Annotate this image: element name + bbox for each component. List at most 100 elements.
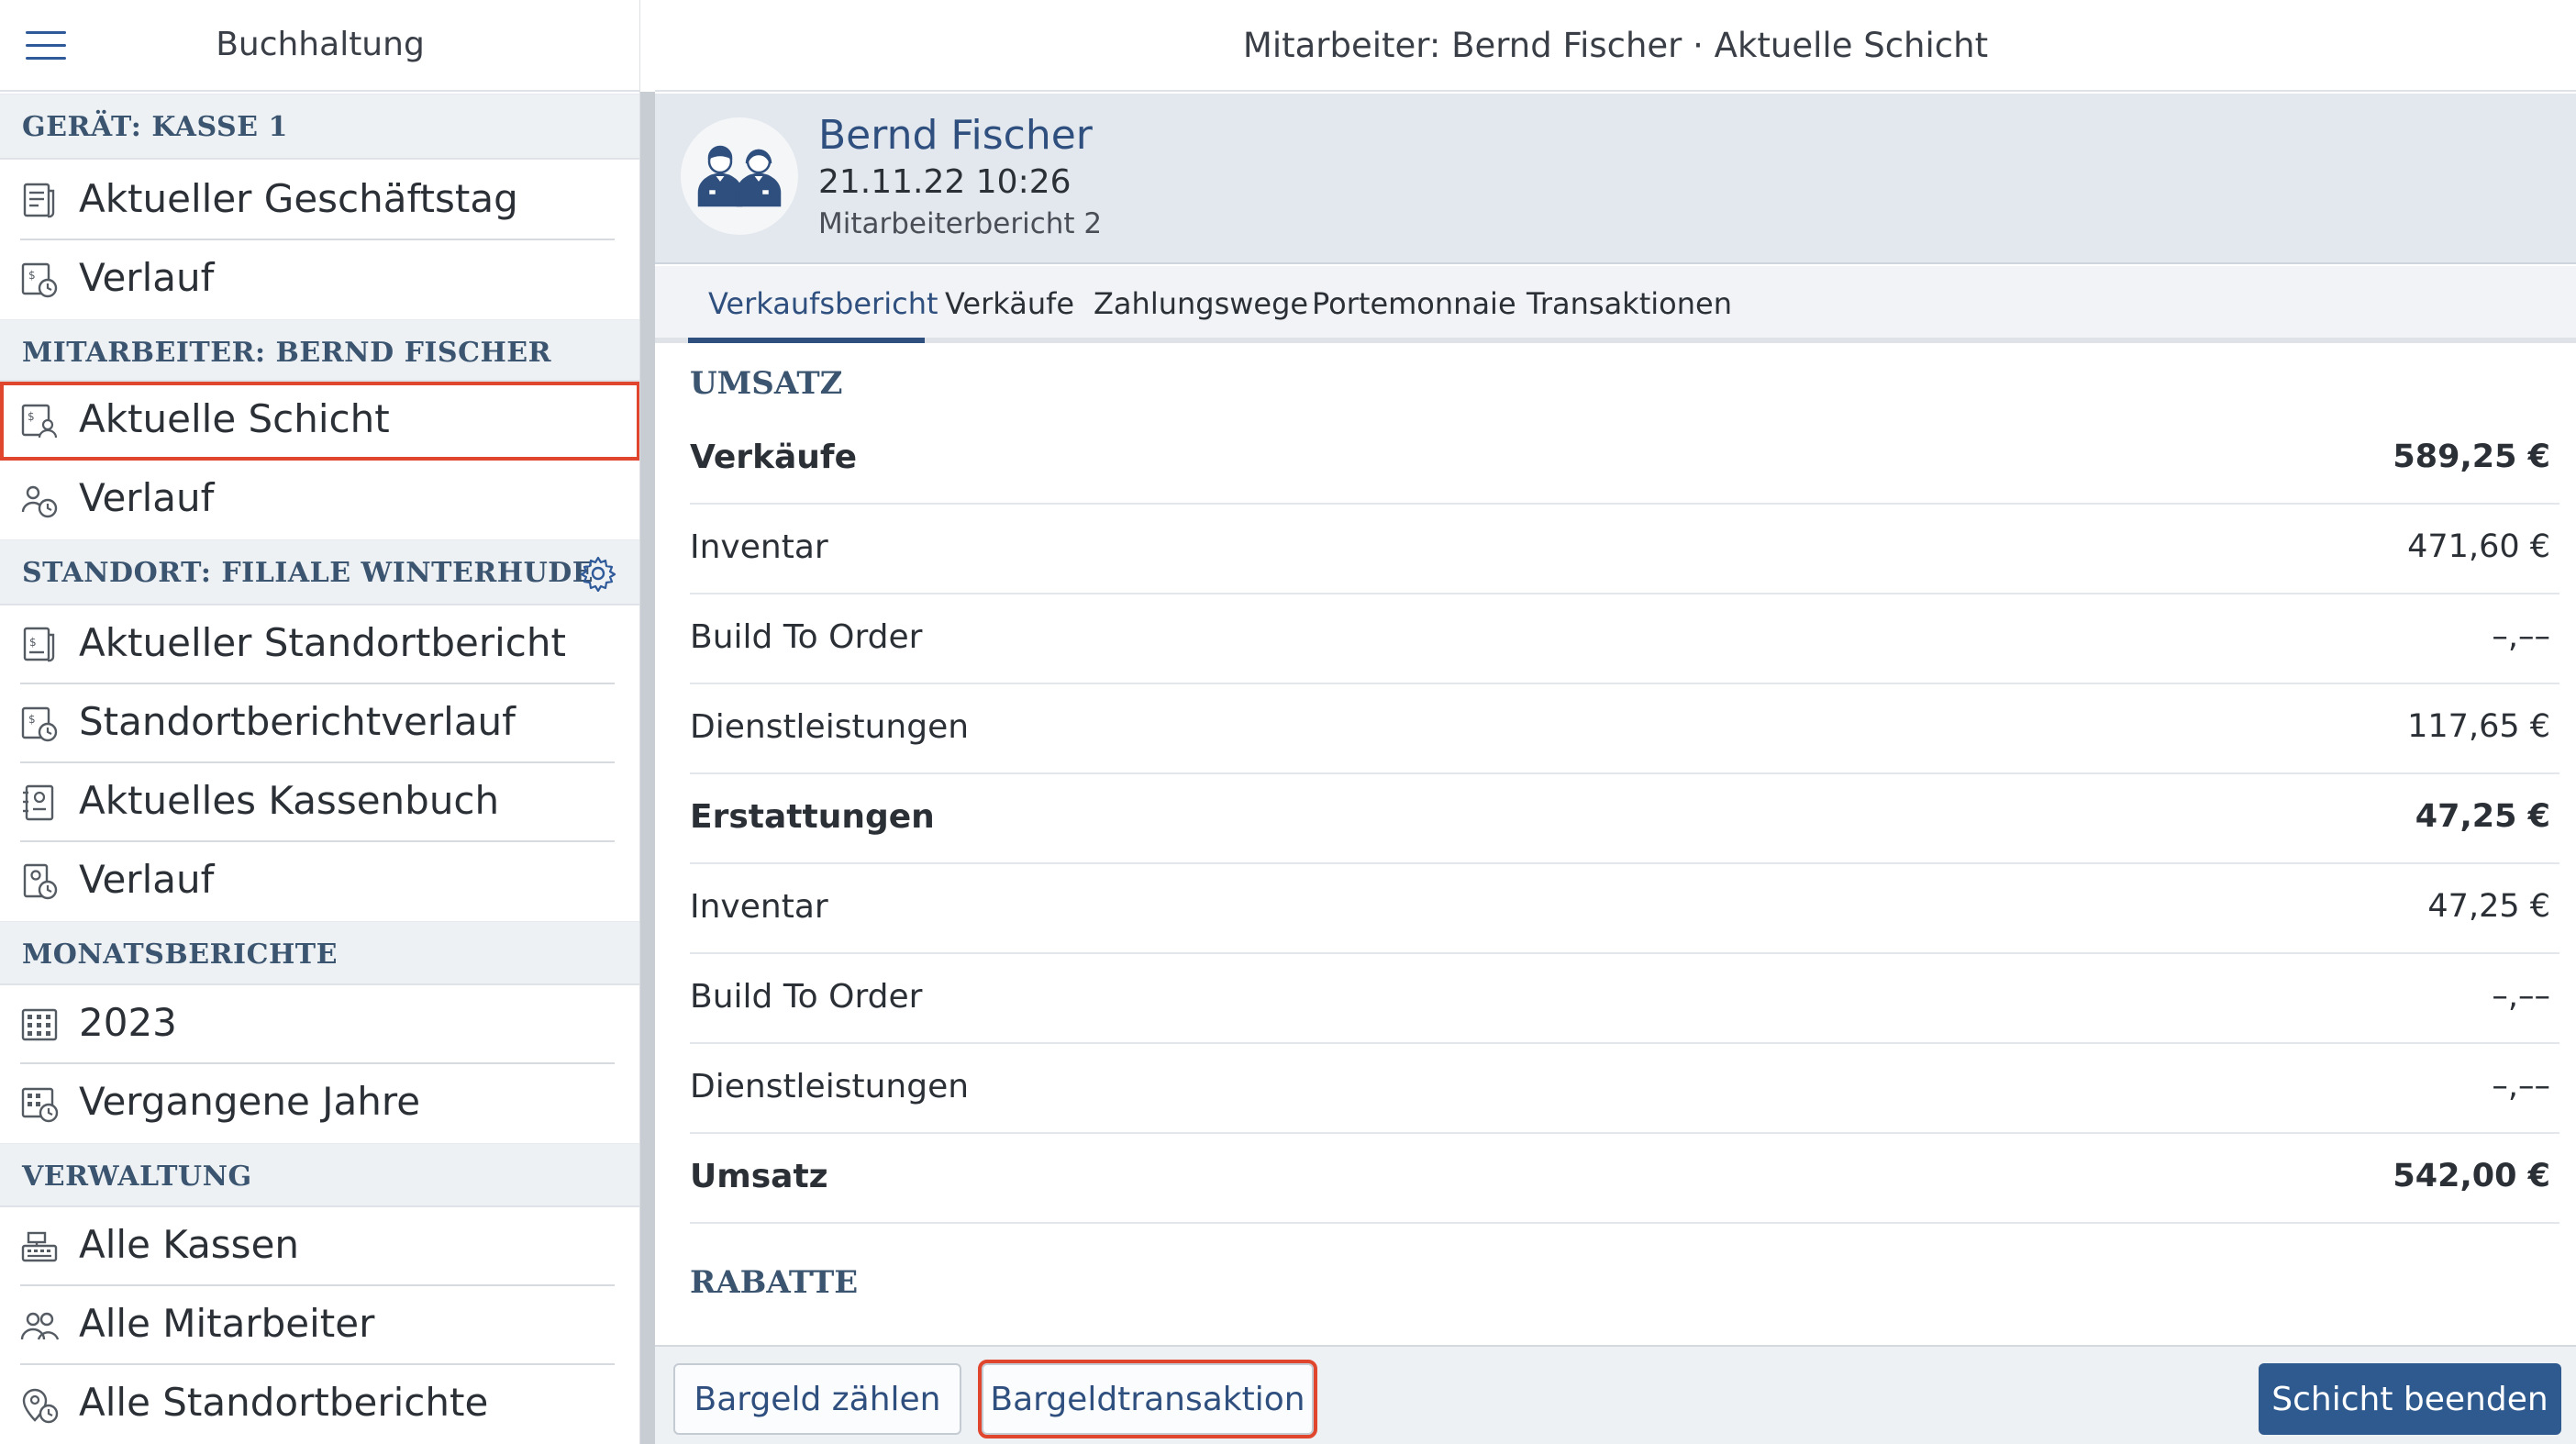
sidebar-item-employee-history[interactable]: Verlauf <box>0 461 639 539</box>
history-icon <box>23 863 58 900</box>
sidebar-item-label: Alle Kassen <box>79 1222 300 1267</box>
sidebar-item-all-location-reports[interactable]: Alle Standortberichte <box>0 1365 639 1444</box>
section-header-device: GERÄT: KASSE 1 <box>0 94 639 160</box>
app-title: Buchhaltung <box>216 26 425 63</box>
report-row-label: Dienstleistungen <box>690 1068 970 1105</box>
section-label: MONATSBERICHTE <box>22 939 338 971</box>
history-icon: $ <box>21 262 58 298</box>
report-row-value: 542,00 € <box>2393 1158 2550 1194</box>
report-row-value: 589,25 € <box>2393 439 2550 475</box>
main-panel: Mitarbeiter: Bernd Fischer · Aktuelle Sc… <box>655 0 2576 1444</box>
tab-sales-report[interactable]: Verkaufsbericht <box>708 286 938 321</box>
report-row-value: 117,65 € <box>2407 708 2550 745</box>
tab-sales[interactable]: Verkäufe <box>945 286 1074 321</box>
sidebar-item-location-report-history[interactable]: $ Standortberichtverlauf <box>0 684 639 763</box>
report-row: Umsatz 542,00 € <box>690 1134 2559 1224</box>
report-row: Erstattungen 47,25 € <box>690 774 2559 864</box>
sidebar-item-label: Aktuelles Kassenbuch <box>79 778 500 823</box>
sidebar-item-current-cashbook[interactable]: Aktuelles Kassenbuch <box>0 763 639 842</box>
report-row-value: 47,25 € <box>2427 888 2550 925</box>
cash-register-icon <box>21 1231 58 1262</box>
sidebar-item-cashbook-history[interactable]: Verlauf <box>0 842 639 921</box>
report-row-label: Umsatz <box>690 1158 828 1195</box>
sidebar-item-device-history[interactable]: $ Verlauf <box>0 240 639 319</box>
employee-profile-header: Bernd Fischer 21.11.22 10:26 Mitarbeiter… <box>655 94 2576 264</box>
section-label: STANDORT: FILIALE WINTERHUDE <box>22 557 594 589</box>
sidebar-item-all-registers[interactable]: Alle Kassen <box>0 1207 639 1286</box>
tab-transactions[interactable]: Transaktionen <box>1527 286 1732 321</box>
section-label: MITARBEITER: BERND FISCHER <box>22 337 552 369</box>
active-tab-indicator <box>688 338 925 343</box>
sidebar-item-year-2023[interactable]: 2023 <box>0 985 639 1064</box>
sidebar-item-label: Alle Mitarbeiter <box>79 1301 375 1346</box>
sidebar-scrollbar[interactable] <box>640 92 655 1444</box>
sidebar-item-label: Aktuelle Schicht <box>79 396 390 441</box>
report-row-label: Verkäufe <box>690 439 858 476</box>
sidebar-item-label: Verlauf <box>79 475 215 520</box>
sales-report-content[interactable]: UMSATZ Verkäufe 589,25 € Inventar 471,60 € B… <box>655 349 2576 1345</box>
tab-payment-methods[interactable]: Zahlungswege <box>1094 286 1308 321</box>
report-row: Dienstleistungen 117,65 € <box>690 684 2559 774</box>
sidebar: Buchhaltung GERÄT: KASSE 1 Aktueller Ges… <box>0 0 640 1444</box>
receipt-icon <box>23 183 55 218</box>
gear-icon[interactable] <box>580 555 616 592</box>
receipt-icon: $ <box>23 627 55 662</box>
svg-text:$: $ <box>28 713 36 726</box>
report-row-value: 47,25 € <box>2415 798 2550 835</box>
report-row-label: Build To Order <box>690 618 923 656</box>
tab-wallet[interactable]: Portemonnaie <box>1312 286 1516 321</box>
sidebar-item-current-shift[interactable]: $ Aktuelle Schicht <box>0 382 639 461</box>
section-label: GERÄT: KASSE 1 <box>22 111 288 143</box>
location-report-icon <box>22 1388 59 1424</box>
cash-transaction-button[interactable]: Bargeldtransaktion <box>978 1360 1317 1438</box>
report-row-value: –,–– <box>2492 618 2550 655</box>
sidebar-item-all-employees[interactable]: Alle Mitarbeiter <box>0 1286 639 1365</box>
shift-datetime: 21.11.22 10:26 <box>818 163 1071 201</box>
sidebar-item-label: Aktueller Standortbericht <box>79 620 566 665</box>
sidebar-item-current-location-report[interactable]: $ Aktueller Standortbericht <box>0 605 639 684</box>
svg-text:$: $ <box>29 636 37 649</box>
main-app-bar: Mitarbeiter: Bernd Fischer · Aktuelle Sc… <box>655 0 2576 92</box>
calendar-history-icon <box>21 1087 59 1123</box>
report-row-label: Build To Order <box>690 978 923 1016</box>
report-row: Dienstleistungen –,–– <box>690 1044 2559 1134</box>
report-row-label: Inventar <box>690 528 828 566</box>
sidebar-item-label: Verlauf <box>79 857 215 902</box>
report-number: Mitarbeiterbericht 2 <box>818 207 1103 240</box>
svg-text:$: $ <box>28 269 36 282</box>
page-title: Mitarbeiter: Bernd Fischer · Aktuelle Sc… <box>1242 26 1989 65</box>
report-row: Verkäufe 589,25 € <box>690 415 2559 505</box>
report-row: Inventar 47,25 € <box>690 864 2559 954</box>
sidebar-item-label: Vergangene Jahre <box>79 1079 421 1124</box>
section-header-employee: MITARBEITER: BERND FISCHER <box>0 319 639 382</box>
report-row-label: Erstattungen <box>690 798 935 836</box>
report-row-label: Dienstleistungen <box>690 708 970 746</box>
employee-name: Bernd Fischer <box>818 112 1093 159</box>
report-row-value: 471,60 € <box>2407 528 2550 565</box>
shift-report-icon: $ <box>21 404 58 439</box>
sidebar-item-label: Alle Standortberichte <box>79 1380 489 1425</box>
section-header-location: STANDORT: FILIALE WINTERHUDE <box>0 539 639 605</box>
section-label: VERWALTUNG <box>22 1161 252 1193</box>
section-header-administration: VERWALTUNG <box>0 1143 639 1207</box>
sidebar-item-past-years[interactable]: Vergangene Jahre <box>0 1064 639 1143</box>
calendar-icon <box>21 1008 58 1041</box>
action-bar: Bargeld zählen Bargeldtransaktion Schich… <box>655 1345 2576 1444</box>
sidebar-item-label: Standortberichtverlauf <box>79 699 516 744</box>
sidebar-item-label: Verlauf <box>79 255 215 300</box>
sidebar-item-label: 2023 <box>79 1000 177 1045</box>
employees-icon <box>697 145 782 207</box>
report-tabs: Verkaufsbericht Verkäufe Zahlungswege Po… <box>655 266 2576 343</box>
count-cash-button[interactable]: Bargeld zählen <box>673 1363 961 1435</box>
report-row-value: –,–– <box>2492 978 2550 1015</box>
people-icon <box>20 1312 59 1340</box>
avatar <box>681 117 798 235</box>
history-icon: $ <box>21 706 58 742</box>
cashbook-icon <box>23 784 54 821</box>
end-shift-button[interactable]: Schicht beenden <box>2259 1363 2561 1435</box>
sidebar-item-label: Aktueller Geschäftstag <box>79 176 518 221</box>
sidebar-item-current-business-day[interactable]: Aktueller Geschäftstag <box>0 161 639 240</box>
report-row: Inventar 471,60 € <box>690 505 2559 594</box>
section-header-monthly: MONATSBERICHTE <box>0 921 639 985</box>
section-title-revenue: UMSATZ <box>690 365 843 402</box>
